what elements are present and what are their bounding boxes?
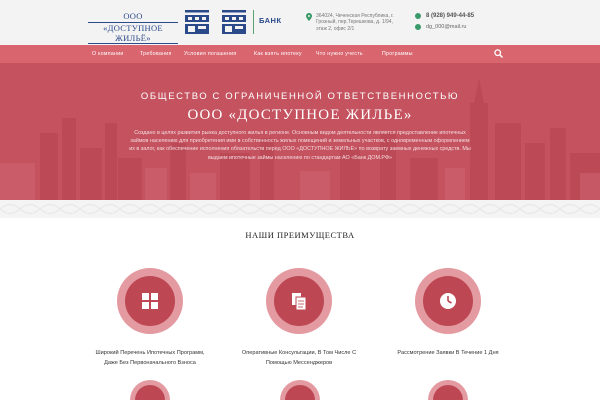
- dom-rf-bank-logo[interactable]: [222, 10, 246, 34]
- advantage-circle-inner: [433, 385, 463, 400]
- hero-section: ОБЩЕСТВО С ОГРАНИЧЕННОЙ ОТВЕТСТВЕННОСТЬЮ…: [0, 63, 600, 200]
- hero-title: ООО «ДОСТУПНОЕ ЖИЛЬЕ»: [187, 107, 413, 123]
- advantage-line-2: Помощью Мессенджеров: [265, 360, 333, 366]
- search-icon[interactable]: [494, 49, 503, 58]
- nav-item-programs[interactable]: Программы: [382, 45, 413, 63]
- phone-number[interactable]: 8 (928) 949-44-85: [426, 13, 474, 19]
- advantage-label-programs: Широкий Перечень Ипотечных Программ, Даж…: [80, 348, 220, 368]
- header: ООО «ДОСТУПНОЕ ЖИЛЬЁ» БАНК 364024, Чечен…: [0, 0, 600, 45]
- bank-label: БАНК: [259, 16, 282, 25]
- advantage-line-1: Рассмотрение Заявки В Течение 1 Дня: [397, 350, 499, 356]
- advantage-line-2: Даже Без Первоначального Взноса: [104, 360, 196, 366]
- advantages-title: НАШИ ПРЕИМУЩЕСТВА: [245, 230, 355, 240]
- nav-item-requirements[interactable]: Требования: [140, 45, 172, 63]
- advantage-circle-inner: [135, 385, 165, 400]
- advantage-line-1: Широкий Перечень Ипотечных Программ,: [95, 350, 205, 356]
- advantage-label-consultations: Оперативные Консультации, В Том Числе С …: [229, 348, 369, 368]
- advantage-circle-programs: [117, 268, 183, 334]
- ornament-band: [0, 200, 600, 218]
- phone-icon: [415, 13, 421, 19]
- advantage-label-review: Рассмотрение Заявки В Течение 1 Дня: [378, 348, 518, 358]
- brand-line-1: ООО: [123, 11, 143, 21]
- company-address: 364024, Чеченская Республика, г. Грозный…: [316, 13, 394, 32]
- mail-icon: [415, 24, 421, 30]
- ornament-pattern: [0, 204, 600, 214]
- brand-line-2: «ДОСТУПНОЕ ЖИЛЬЁ»: [88, 22, 178, 44]
- email-link[interactable]: dg_000@mail.ru: [426, 24, 466, 30]
- hero-description: Создано в целях развития рынка доступног…: [129, 130, 471, 161]
- nav-item-about[interactable]: О компании: [92, 45, 124, 63]
- advantage-circle-row2-2: [280, 380, 320, 400]
- bank-divider: [253, 10, 254, 34]
- company-brand[interactable]: ООО «ДОСТУПНОЕ ЖИЛЬЁ»: [88, 11, 178, 44]
- dom-rf-logo[interactable]: [185, 10, 209, 34]
- documents-icon: [292, 293, 307, 311]
- location-pin-icon: [306, 13, 312, 21]
- advantage-line-1: Оперативные Консультации, В Том Числе С: [241, 350, 357, 356]
- main-nav: О компании Требования Условия погашения …: [0, 45, 600, 63]
- advantage-circle-inner: [285, 385, 315, 400]
- advantage-circle-row2-3: [428, 380, 468, 400]
- advantage-circle-review: [415, 268, 481, 334]
- nav-item-repayment[interactable]: Условия погашения: [184, 45, 237, 63]
- advantage-circle-row2-1: [130, 380, 170, 400]
- nav-item-how-to-mortgage[interactable]: Как взять ипотеку: [254, 45, 302, 63]
- hero-subtitle: ОБЩЕСТВО С ОГРАНИЧЕННОЙ ОТВЕТСТВЕННОСТЬЮ: [140, 91, 460, 102]
- grid-icon: [142, 293, 158, 309]
- advantage-circle-consultations: [266, 268, 332, 334]
- clock-icon: [440, 293, 456, 309]
- nav-item-consider[interactable]: Что нужно учесть: [316, 45, 363, 63]
